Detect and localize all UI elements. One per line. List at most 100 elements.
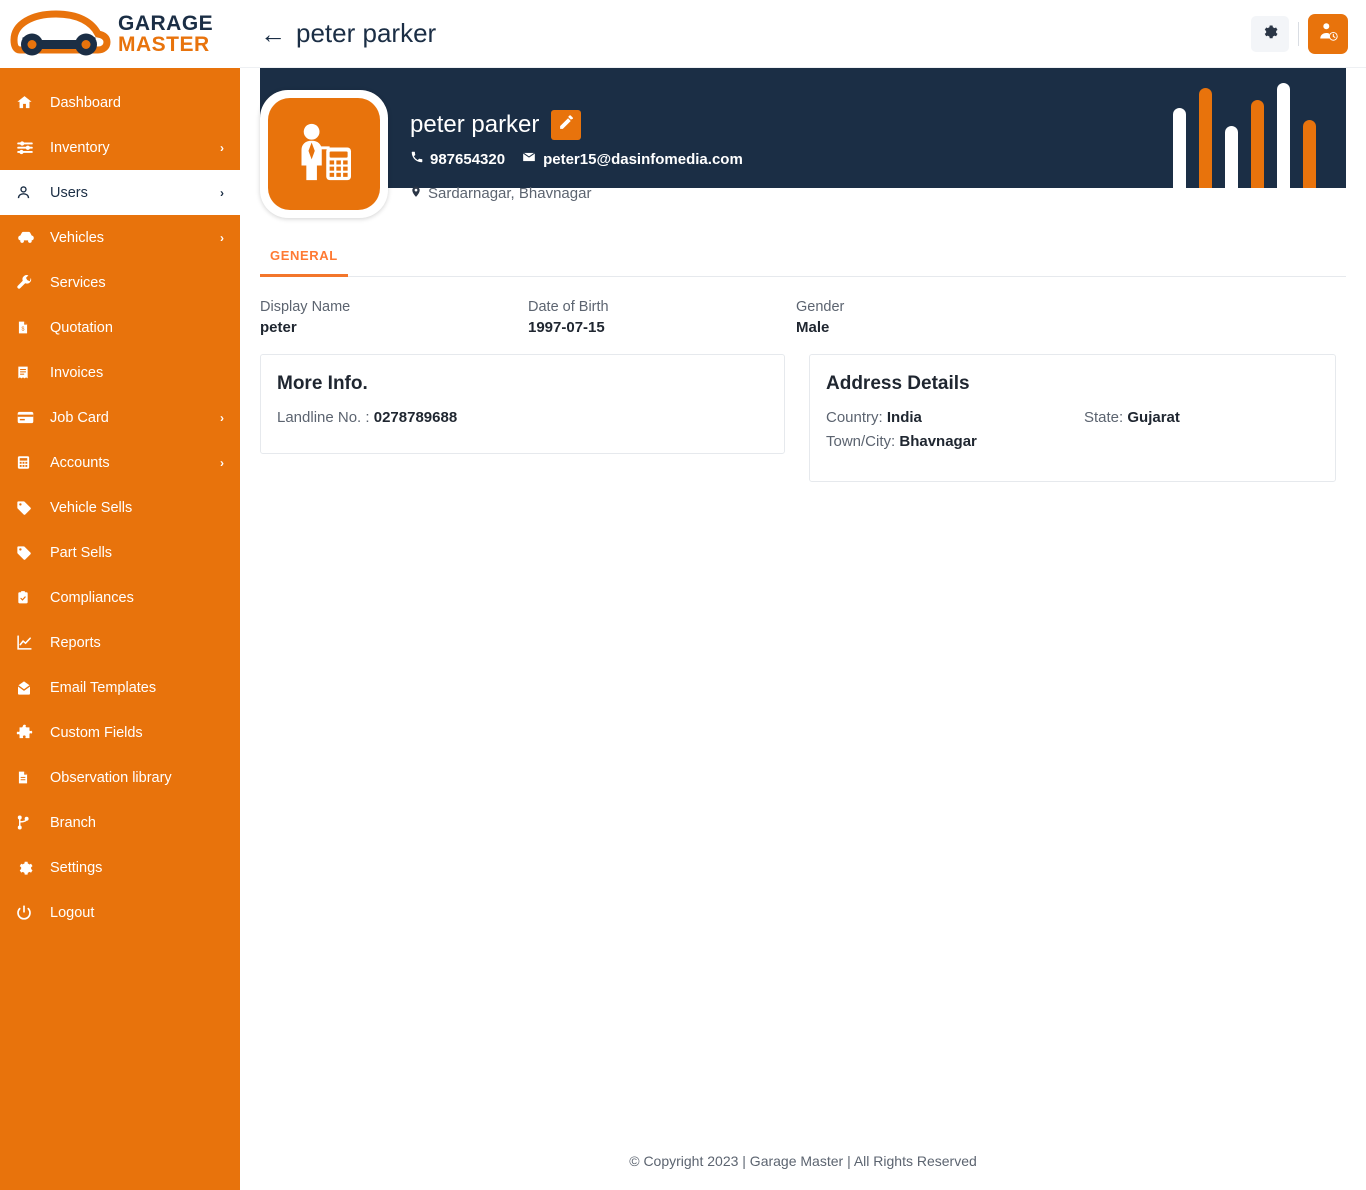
sidebar-item-invoices[interactable]: Invoices bbox=[0, 350, 240, 395]
avatar-tile bbox=[268, 98, 380, 210]
field-date-of-birth: Date of Birth 1997-07-15 bbox=[528, 299, 796, 336]
sidebar-item-inventory[interactable]: Inventory › bbox=[0, 125, 240, 170]
accountant-icon bbox=[288, 116, 360, 193]
sidebar-item-custom-fields[interactable]: Custom Fields bbox=[0, 710, 240, 755]
address-grid: Country: India Town/City: Bhavnagar Stat… bbox=[826, 409, 1319, 457]
sidebar-item-settings[interactable]: Settings bbox=[0, 845, 240, 890]
sidebar-label: Compliances bbox=[50, 589, 134, 606]
puzzle-icon bbox=[16, 724, 42, 741]
tab-general[interactable]: GENERAL bbox=[260, 248, 348, 277]
edit-profile-button[interactable] bbox=[551, 110, 582, 140]
sidebar-item-dashboard[interactable]: Dashboard bbox=[0, 80, 240, 125]
more-info-card: More Info. Landline No. : 0278789688 bbox=[260, 354, 785, 454]
power-icon bbox=[16, 904, 42, 921]
sidebar-item-job-card[interactable]: Job Card › bbox=[0, 395, 240, 440]
footer: © Copyright 2023 | Garage Master | All R… bbox=[240, 1132, 1366, 1190]
sidebar-item-quotation[interactable]: $ Quotation bbox=[0, 305, 240, 350]
chevron-right-icon: › bbox=[220, 230, 224, 245]
sidebar-item-vehicles[interactable]: Vehicles › bbox=[0, 215, 240, 260]
phone-icon bbox=[410, 150, 424, 168]
sidebar-label: Custom Fields bbox=[50, 724, 143, 741]
sidebar-item-observation-library[interactable]: Observation library bbox=[0, 755, 240, 800]
card-icon bbox=[16, 409, 42, 426]
sidebar-label: Accounts bbox=[50, 454, 110, 471]
sidebar-item-accounts[interactable]: Accounts › bbox=[0, 440, 240, 485]
field-value: peter bbox=[260, 319, 297, 336]
settings-button[interactable] bbox=[1251, 15, 1289, 52]
avatar bbox=[260, 90, 388, 218]
profile-phone: 987654320 bbox=[430, 150, 506, 168]
user-clock-icon bbox=[1318, 21, 1339, 47]
address-details-card: Address Details Country: India Town/City… bbox=[809, 354, 1336, 482]
state-line: State: Gujarat bbox=[1084, 409, 1180, 426]
car-icon bbox=[16, 229, 42, 246]
copyright-text: © Copyright 2023 | Garage Master | All R… bbox=[629, 1153, 977, 1169]
town-line: Town/City: Bhavnagar bbox=[826, 433, 1084, 450]
topbar-actions bbox=[1251, 13, 1348, 54]
town-value: Bhavnagar bbox=[899, 433, 977, 450]
brand-logo-text: GARAGE MASTER bbox=[118, 13, 213, 55]
toolbar-divider bbox=[1298, 21, 1299, 46]
profile-name-row: peter parker bbox=[410, 110, 743, 140]
sidebar-item-reports[interactable]: Reports bbox=[0, 620, 240, 665]
top-bar: ← peter parker bbox=[240, 0, 1366, 68]
pencil-icon bbox=[558, 114, 575, 136]
profile-info: peter parker 987654320 peter15@dasinfome… bbox=[410, 90, 743, 203]
sidebar-label: Users bbox=[50, 184, 88, 201]
field-value: Male bbox=[796, 319, 830, 336]
svg-text:$: $ bbox=[22, 326, 25, 332]
state-label: State: bbox=[1084, 409, 1128, 426]
brand-logo[interactable]: GARAGE MASTER bbox=[0, 0, 240, 68]
profile-email: peter15@dasinfomedia.com bbox=[543, 150, 743, 168]
gear-icon bbox=[1261, 22, 1279, 45]
content-wrapper: peter parker 987654320 peter15@dasinfome… bbox=[240, 68, 1366, 1190]
user-clock-button[interactable] bbox=[1308, 13, 1348, 54]
sidebar-label: Vehicle Sells bbox=[50, 499, 133, 516]
sidebar-label: Reports bbox=[50, 634, 101, 651]
sidebar-item-vehicle-sells[interactable]: Vehicle Sells bbox=[0, 485, 240, 530]
field-gender: Gender Male bbox=[796, 299, 1064, 336]
chevron-right-icon: › bbox=[220, 140, 224, 155]
sidebar: GARAGE MASTER Dashboard Inventory › User… bbox=[0, 0, 240, 1190]
more-info-title: More Info. bbox=[277, 373, 368, 394]
gear-icon bbox=[16, 859, 42, 876]
profile-location-text: Sardarnagar, Bhavnagar bbox=[428, 185, 592, 202]
sidebar-item-logout[interactable]: Logout bbox=[0, 890, 240, 935]
calculator-icon bbox=[16, 454, 42, 471]
sidebar-label: Part Sells bbox=[50, 544, 113, 561]
sidebar-item-branch[interactable]: Branch bbox=[0, 800, 240, 845]
sidebar-label: Observation library bbox=[50, 769, 172, 786]
file-icon bbox=[16, 769, 42, 786]
sidebar-item-part-sells[interactable]: Part Sells bbox=[0, 530, 240, 575]
field-label: Gender bbox=[796, 299, 845, 315]
chevron-right-icon: › bbox=[220, 185, 224, 200]
brand-line-2: MASTER bbox=[118, 33, 210, 56]
landline-line: Landline No. : 0278789688 bbox=[277, 409, 768, 426]
sidebar-item-compliances[interactable]: Compliances bbox=[0, 575, 240, 620]
sidebar-label: Inventory bbox=[50, 139, 110, 156]
sliders-icon bbox=[16, 139, 42, 156]
state-value: Gujarat bbox=[1127, 409, 1180, 426]
back-arrow-icon[interactable]: ← bbox=[260, 21, 286, 47]
sidebar-label: Job Card bbox=[50, 409, 109, 426]
home-icon bbox=[16, 94, 42, 111]
chevron-right-icon: › bbox=[220, 410, 224, 425]
chevron-right-icon: › bbox=[220, 455, 224, 470]
page-title: peter parker bbox=[296, 18, 437, 48]
sidebar-label: Email Templates bbox=[50, 679, 157, 696]
sidebar-nav: Dashboard Inventory › Users › Vehicles ›… bbox=[0, 68, 240, 1190]
sidebar-label: Dashboard bbox=[50, 94, 121, 111]
sidebar-item-email-templates[interactable]: Email Templates bbox=[0, 665, 240, 710]
profile-contact: 987654320 peter15@dasinfomedia.com bbox=[410, 150, 743, 168]
quote-document-icon: $ bbox=[16, 319, 42, 336]
envelope-icon bbox=[521, 150, 537, 168]
field-display-name: Display Name peter bbox=[260, 299, 528, 336]
main-area: ← peter parker peter parker 987654320 pe… bbox=[240, 0, 1366, 1190]
invoice-icon bbox=[16, 364, 42, 381]
car-wrench-logo-icon bbox=[6, 8, 112, 60]
wrench-icon bbox=[16, 274, 42, 291]
sidebar-item-services[interactable]: Services bbox=[0, 260, 240, 305]
sidebar-label: Branch bbox=[50, 814, 96, 831]
town-label: Town/City: bbox=[826, 433, 900, 450]
sidebar-item-users[interactable]: Users › bbox=[0, 170, 240, 215]
